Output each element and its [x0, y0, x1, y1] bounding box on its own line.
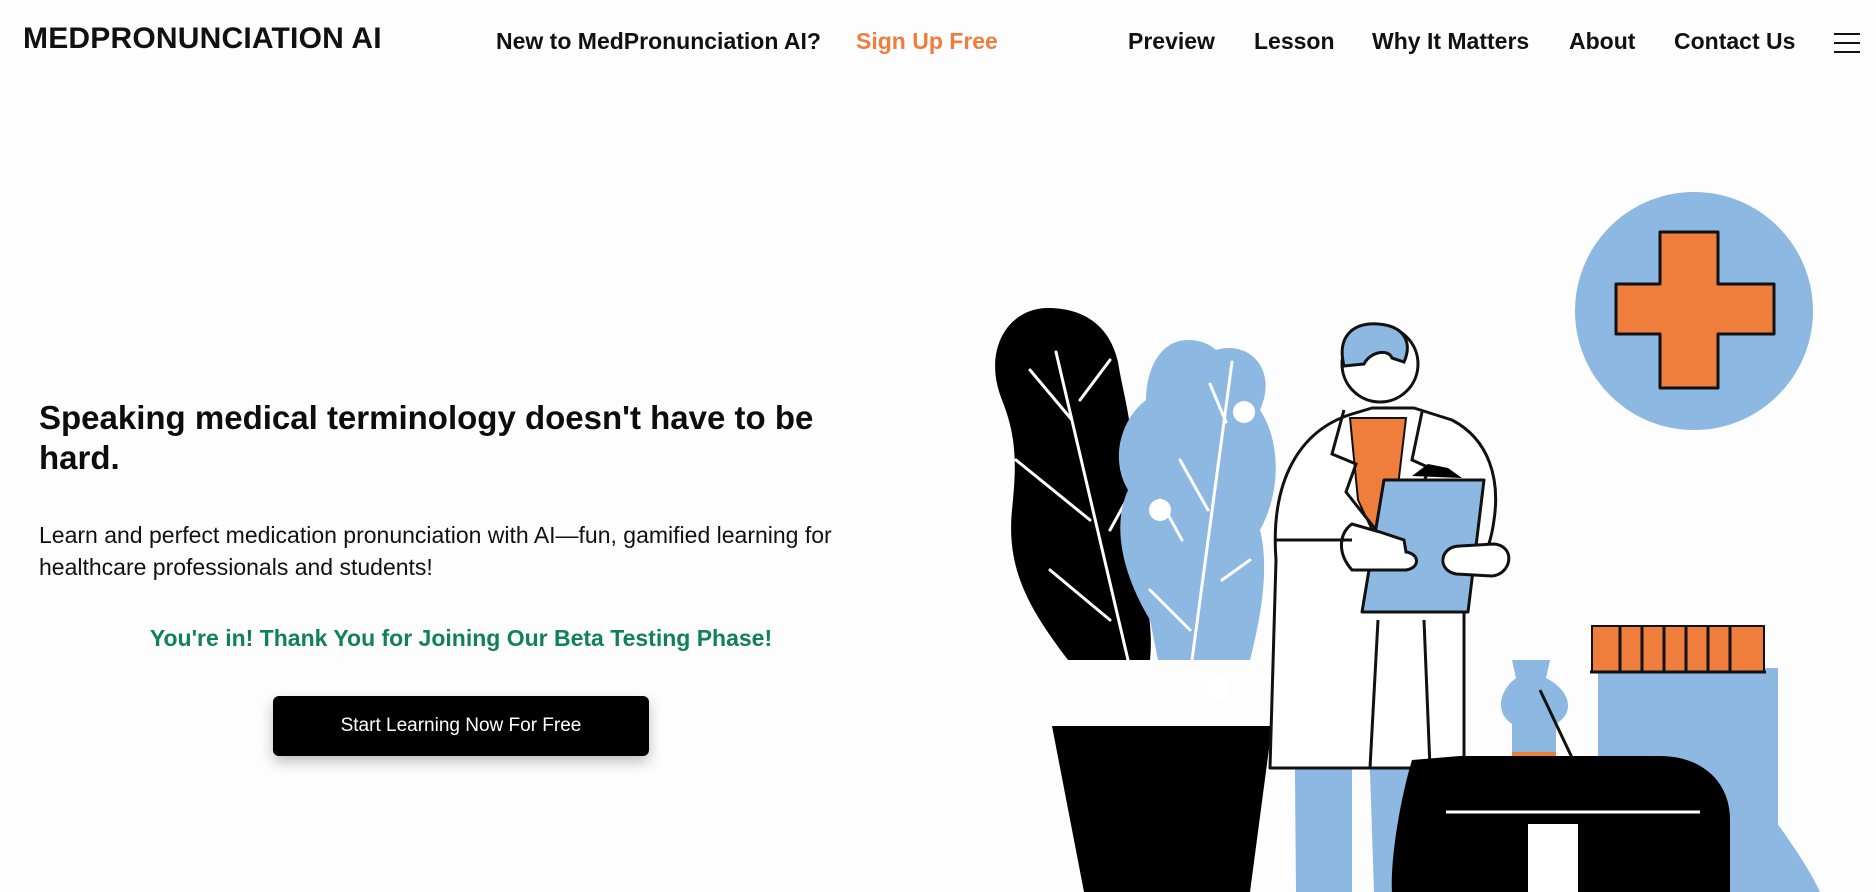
landing-page: MEDPRONUNCIATION AI New to MedPronunciat…	[0, 0, 1876, 892]
hamburger-menu-icon[interactable]	[1834, 33, 1860, 53]
hero-heading: Speaking medical terminology doesn't hav…	[39, 399, 814, 476]
hero-description: Learn and perfect medication pronunciati…	[39, 522, 832, 580]
site-logo[interactable]: MEDPRONUNCIATION AI	[23, 22, 382, 56]
nav-link-lesson[interactable]: Lesson	[1254, 28, 1335, 55]
medical-cross-icon	[1575, 192, 1813, 430]
nav-link-contact-us[interactable]: Contact Us	[1674, 28, 1795, 55]
medical-bag-icon	[1391, 756, 1730, 892]
doctor-illustration	[960, 100, 1876, 892]
start-learning-button[interactable]: Start Learning Now For Free	[273, 696, 649, 756]
signup-prompt-text: New to MedPronunciation AI?	[496, 28, 821, 54]
top-navigation-bar: MEDPRONUNCIATION AI New to MedPronunciat…	[0, 0, 1876, 84]
plant-pot-icon	[1052, 726, 1272, 892]
nav-link-why-it-matters[interactable]: Why It Matters	[1372, 28, 1529, 55]
nav-link-about[interactable]: About	[1569, 28, 1635, 55]
nav-link-preview[interactable]: Preview	[1128, 28, 1215, 55]
signup-link[interactable]: Sign Up Free	[856, 28, 998, 55]
beta-confirmation-message: You're in! Thank You for Joining Our Bet…	[149, 625, 773, 651]
